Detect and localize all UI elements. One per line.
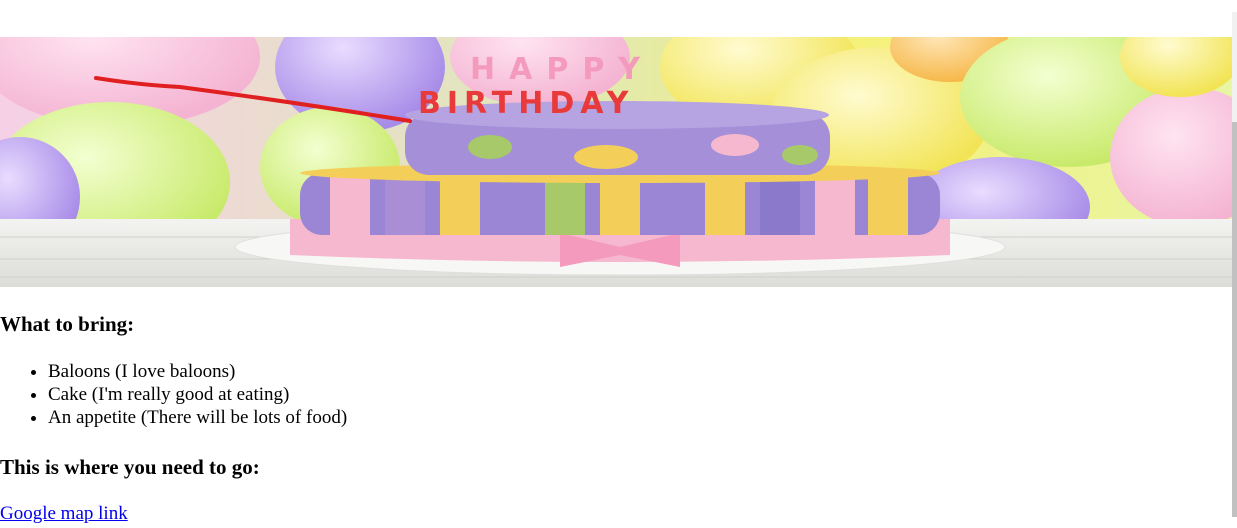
birthday-cake-banner-image: HAPPY BIRTHDAY (0, 37, 1232, 287)
where-to-go-heading: This is where you need to go: (0, 455, 260, 479)
google-map-link[interactable]: Google map link (0, 503, 128, 525)
list-item: Cake (I'm really good at eating) (48, 383, 347, 406)
list-item: Baloons (I love baloons) (48, 360, 347, 383)
what-to-bring-heading: What to bring: (0, 312, 135, 336)
svg-text:BIRTHDAY: BIRTHDAY (418, 86, 634, 121)
page: HAPPY BIRTHDAY What to bring: Baloons (I… (0, 0, 1237, 528)
bring-list: Baloons (I love baloons) Cake (I'm reall… (0, 360, 347, 429)
vertical-scrollbar[interactable] (1232, 12, 1237, 517)
scrollbar-thumb[interactable] (1232, 122, 1237, 517)
list-item: An appetite (There will be lots of food) (48, 406, 347, 429)
cake-illustration: HAPPY BIRTHDAY (0, 37, 1232, 287)
top-spacer (0, 0, 1237, 37)
svg-text:HAPPY: HAPPY (470, 52, 654, 87)
